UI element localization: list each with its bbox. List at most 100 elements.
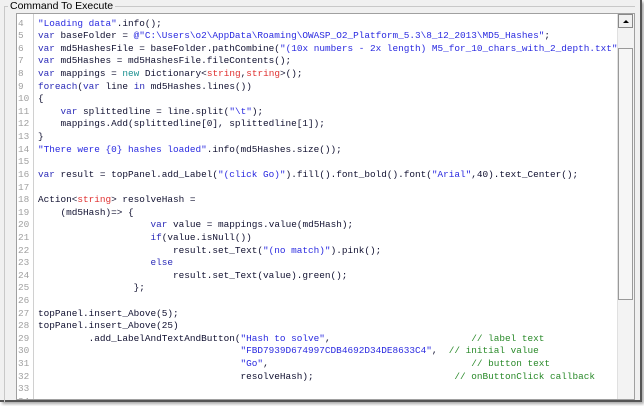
code-editor[interactable]: 34 "Loading data".info(); 5 var baseFolder …: [16, 13, 635, 400]
code-token: var: [60, 105, 78, 117]
code-text: };: [38, 282, 145, 295]
code-token: "(10x numbers - 2x length) M5_for_10_cha…: [279, 42, 618, 54]
line-number: 10: [18, 93, 30, 105]
code-token: // initial value: [448, 345, 539, 357]
code-text: topPanel.insert_Above(5);: [38, 308, 179, 321]
code-token: ,: [324, 332, 472, 344]
code-text: foreach(var line in md5Hashes.lines()): [38, 81, 252, 94]
code-token: ,: [263, 358, 472, 370]
code-text: "Go", // button text: [38, 358, 550, 371]
line-number: 30: [18, 345, 30, 357]
code-token: topPanel.insert_Above(25): [38, 320, 179, 332]
code-token: (md5Hash)=> {: [38, 206, 134, 218]
group-title: Command To Execute: [8, 0, 116, 12]
line-number: 6: [18, 42, 24, 54]
scroll-up-button[interactable]: [618, 14, 633, 28]
code-token: {: [38, 93, 44, 105]
code-text: (md5Hash)=> {: [38, 207, 134, 220]
code-token: "Hash to solve": [240, 332, 325, 344]
code-text: "Loading data".info();: [38, 18, 162, 31]
line-number: 22: [18, 244, 30, 256]
line-number: 9: [18, 80, 24, 92]
code-text: mappings.Add(splittedline[0], splittedli…: [38, 118, 325, 131]
line-number: 34: [18, 396, 32, 399]
code-token: ,: [431, 345, 449, 357]
code-text: resolveHash); // onButtonClick callback: [38, 371, 595, 384]
code-text: var value = mappings.value(md5Hash);: [38, 219, 354, 232]
line-number: 18: [18, 194, 30, 206]
code-token: var: [38, 55, 55, 67]
code-text: var md5HashesFile = baseFolder.pathCombi…: [38, 43, 629, 56]
line-number: 14: [18, 143, 30, 155]
code-token: topPanel.insert_Above(5);: [38, 307, 179, 319]
code-token: "There were {0} hashes loaded": [38, 143, 207, 155]
code-text: var baseFolder = @"C:\Users\o2\AppData\R…: [38, 30, 550, 43]
code-token: mappings.Add(splittedline[0], splittedli…: [38, 118, 325, 130]
line-number: 27: [18, 307, 30, 319]
line-number: 7: [18, 55, 24, 67]
code-token: ).pink();: [330, 244, 382, 256]
line-number: 19: [18, 206, 30, 218]
code-token: // label text: [471, 332, 545, 344]
code-token: "(click Go)": [218, 168, 286, 180]
code-token: var: [38, 168, 55, 180]
code-text: topPanel.insert_Above(25): [38, 320, 179, 333]
line-number: 25: [18, 282, 30, 294]
vertical-scrollbar[interactable]: [617, 14, 634, 399]
code-text: else: [38, 257, 174, 270]
line-number: 11: [18, 105, 30, 117]
code-token: string: [246, 68, 280, 80]
code-token: "Arial": [431, 168, 472, 180]
code-token: // onButtonClick callback: [454, 370, 595, 382]
scroll-thumb[interactable]: [618, 48, 633, 300]
code-token: line: [99, 80, 134, 92]
code-token: "\t": [229, 105, 252, 117]
code-text: .add_LabelAndTextAndButton("Hash to solv…: [38, 332, 545, 346]
line-number: 29: [18, 332, 30, 344]
code-text: "FBD7939D674997CDB4692D34DE8633C4", // i…: [38, 345, 539, 358]
code-token: string: [206, 68, 241, 80]
code-text: var md5Hashes = md5HashesFile.fileConten…: [38, 55, 291, 68]
code-token: ;: [544, 30, 550, 42]
line-number: 8: [18, 68, 24, 80]
command-panel: Command To Execute 34 "Loading data".info…: [0, 0, 642, 402]
code-token: resolveHash);: [38, 370, 455, 382]
code-token: .add_LabelAndTextAndButton(: [38, 332, 241, 344]
code-token: if: [150, 231, 162, 243]
code-token: md5Hashes.lines()): [144, 80, 252, 92]
line-number: 15: [18, 156, 30, 168]
line-number: 21: [18, 231, 30, 243]
code-token: value = mappings.value(md5Hash);: [167, 219, 354, 231]
code-token: // button text: [471, 358, 550, 370]
code-text: "There were {0} hashes loaded".info(md5H…: [38, 144, 342, 157]
code-token: Action<: [38, 194, 78, 206]
line-number: 20: [18, 219, 30, 231]
code-token: }: [38, 131, 44, 143]
code-token: var: [83, 80, 100, 92]
code-token: .info(md5Hashes.size());: [206, 143, 342, 155]
code-token: splittedline = line.split(: [77, 105, 230, 117]
code-text: var result = topPanel.add_Label("(click …: [38, 169, 578, 182]
code-token: var: [38, 68, 55, 80]
code-token: ,40).text_Center();: [471, 168, 579, 180]
code-token: @"C:\Users\o2\AppData\Roaming\OWASP_O2_P…: [133, 30, 545, 42]
code-text: Action<string> resolveHash =: [38, 194, 196, 207]
code-token: > resolveHash =: [111, 194, 196, 206]
code-token: ).fill().font_bold().font(: [285, 168, 432, 180]
code-token: string: [77, 194, 112, 206]
code-token: md5Hashes = md5HashesFile.fileContents()…: [54, 55, 292, 67]
triangle-up-icon: [622, 19, 629, 23]
code-token: var: [38, 30, 55, 42]
line-number: 32: [18, 370, 30, 382]
code-token: foreach: [38, 80, 78, 92]
code-token: result.set_Text(: [38, 244, 264, 256]
line-number: 26: [18, 295, 30, 307]
code-token: baseFolder =: [54, 30, 134, 42]
code-token: new: [122, 68, 140, 80]
line-number: 28: [18, 320, 30, 332]
line-number: 31: [18, 358, 30, 370]
